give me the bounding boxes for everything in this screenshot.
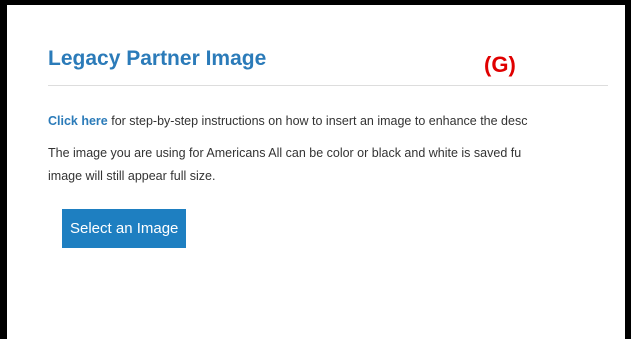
frame-right-edge [625, 0, 631, 339]
select-image-button[interactable]: Select an Image [62, 209, 187, 248]
instructions-rest: for step-by-step instructions on how to … [107, 114, 528, 128]
section-header: Legacy Partner Image (G) [48, 43, 608, 86]
instructions-text: Click here for step-by-step instructions… [48, 114, 608, 128]
image-info-text: The image you are using for Americans Al… [48, 142, 608, 188]
legacy-partner-image-panel: Legacy Partner Image (G) Click here for … [48, 43, 608, 248]
window-frame: Legacy Partner Image (G) Click here for … [0, 0, 631, 339]
image-info-line-1: The image you are using for Americans Al… [48, 146, 522, 160]
annotation-marker: (G) [484, 52, 516, 77]
section-title: Legacy Partner Image [48, 47, 267, 70]
click-here-link[interactable]: Click here [48, 114, 108, 128]
image-info-line-2: image will still appear full size. [48, 169, 216, 183]
